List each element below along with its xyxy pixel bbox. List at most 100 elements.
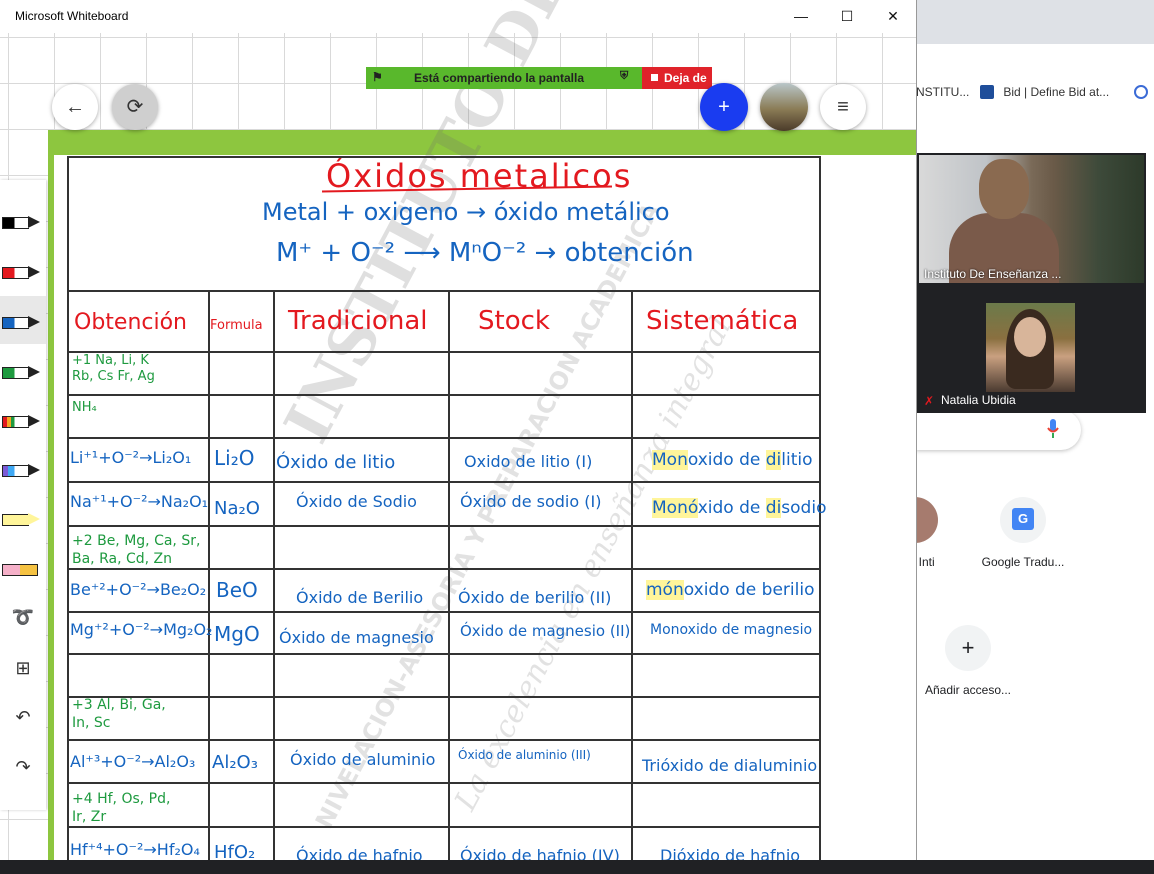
back-button[interactable]: ← bbox=[52, 84, 98, 130]
lasso-icon[interactable]: ➰ bbox=[8, 604, 38, 630]
highlighter-yellow[interactable] bbox=[2, 511, 40, 527]
header-obtencion: Obtención bbox=[74, 310, 187, 335]
pen-green[interactable] bbox=[2, 364, 40, 380]
microphone-icon[interactable] bbox=[1046, 418, 1060, 440]
row-tradicional: Óxido de aluminio bbox=[290, 750, 436, 769]
header-sistematica: Sistemática bbox=[646, 306, 799, 336]
pen-rainbow[interactable] bbox=[2, 413, 40, 429]
avatar-face bbox=[1014, 317, 1046, 357]
table-line bbox=[67, 782, 821, 784]
shortcut-tile[interactable]: G Google Tradu... bbox=[968, 497, 1078, 569]
bookmark-label: Bid | Define Bid at... bbox=[1003, 85, 1110, 99]
row-formula: Na₂O bbox=[214, 498, 260, 519]
table-line bbox=[208, 290, 210, 860]
add-shortcut-tile[interactable]: + Añadir acceso... bbox=[913, 625, 1023, 697]
group-4-label: +4 Hf, Os, Pd, Ir, Zr bbox=[72, 791, 171, 825]
row-formula: HfO₂ bbox=[214, 842, 256, 860]
stop-sharing-button[interactable]: Deja de bbox=[642, 67, 712, 89]
hamburger-icon: ≡ bbox=[837, 96, 849, 118]
row-sistematica: Trióxido de dialuminio bbox=[642, 756, 818, 775]
table-line bbox=[67, 611, 821, 613]
row-tradicional: Óxido de hafnio bbox=[296, 846, 423, 860]
participant-video[interactable]: Instituto De Enseñanza ... bbox=[919, 155, 1144, 283]
mic-off-icon: ✗ bbox=[924, 394, 935, 408]
pen-galaxy[interactable] bbox=[2, 462, 40, 478]
add-icon: + bbox=[945, 625, 991, 671]
table-line bbox=[273, 290, 275, 860]
dictionary-icon bbox=[980, 85, 994, 99]
sync-button[interactable]: ⟳ bbox=[112, 84, 158, 130]
sync-icon: ⟳ bbox=[126, 96, 144, 118]
whiteboard-window: Microsoft Whiteboard — ☐ ✕ INSTITUTO DE … bbox=[0, 0, 917, 860]
pen-red[interactable] bbox=[2, 264, 40, 280]
bookmark-label: NSTITU... bbox=[916, 85, 970, 99]
row-formula: Al₂O₃ bbox=[212, 752, 258, 773]
group-3-label: +3 Al, Bi, Ga, In, Sc bbox=[72, 697, 166, 731]
row-obtencion: Mg⁺²+O⁻²→Mg₂O₂ bbox=[70, 620, 213, 639]
table-line bbox=[67, 351, 821, 353]
table-border bbox=[67, 156, 821, 158]
site-icon bbox=[1134, 85, 1148, 99]
add-icon[interactable]: ⊞ bbox=[10, 655, 36, 681]
row-obtencion: Al⁺³+O⁻²→Al₂O₃ bbox=[70, 752, 196, 771]
row-stock: Óxido de sodio (I) bbox=[460, 492, 602, 511]
table-line bbox=[67, 437, 821, 439]
pen-blue[interactable] bbox=[2, 314, 40, 330]
row-tradicional: Óxido de magnesio bbox=[279, 628, 434, 647]
pen-black[interactable] bbox=[2, 214, 40, 230]
table-line bbox=[67, 826, 821, 828]
participant-avatar[interactable] bbox=[986, 303, 1075, 392]
screen-share-bar: ⚑ Está compartiendo la pantalla ⛨ Deja d… bbox=[366, 67, 712, 89]
share-status[interactable]: ⚑ Está compartiendo la pantalla ⛨ bbox=[366, 67, 642, 89]
row-obtencion: Be⁺²+O⁻²→Be₂O₂ bbox=[70, 580, 207, 599]
minimize-button[interactable]: — bbox=[778, 0, 824, 33]
profile-avatar[interactable] bbox=[760, 83, 808, 131]
row-stock: Óxido de aluminio (III) bbox=[458, 748, 591, 762]
participant-name: Natalia Ubidia bbox=[941, 393, 1016, 407]
bookmark-item[interactable] bbox=[1134, 85, 1154, 99]
inking-toolbar: ➰ ⊞ ↶ ↷ bbox=[0, 180, 46, 810]
eraser[interactable] bbox=[2, 561, 40, 577]
row-formula: MgO bbox=[214, 622, 260, 646]
row-tradicional: Óxido de litio bbox=[276, 452, 396, 473]
row-obtencion: Na⁺¹+O⁻²→Na₂O₁ bbox=[70, 492, 209, 511]
invite-button[interactable]: + bbox=[700, 83, 748, 131]
group-2-label: +2 Be, Mg, Ca, Sr, Ba, Ra, Cd, Zn bbox=[72, 533, 201, 567]
shortcut-label: Añadir acceso... bbox=[924, 683, 1012, 697]
row-tradicional: Óxido de Sodio bbox=[296, 492, 417, 511]
group-1-label: +1 Na, Li, K Rb, Cs Fr, Ag bbox=[72, 353, 155, 384]
row-sistematica: Monoxido de magnesio bbox=[650, 622, 813, 638]
arrow-left-icon: ← bbox=[65, 96, 85, 118]
window-title: Microsoft Whiteboard bbox=[15, 9, 129, 23]
stop-icon bbox=[651, 74, 658, 81]
close-button[interactable]: ✕ bbox=[870, 0, 916, 33]
row-sistematica: Dióxido de hafnio bbox=[660, 846, 801, 860]
row-obtencion: Hf⁺⁴+O⁻²→Hf₂O₄ bbox=[70, 840, 200, 859]
maximize-button[interactable]: ☐ bbox=[824, 0, 870, 33]
row-stock: Oxido de litio (I) bbox=[464, 452, 593, 471]
search-box[interactable] bbox=[916, 410, 1081, 450]
chrome-tab-strip bbox=[916, 0, 1154, 44]
bookmark-item[interactable]: Bid | Define Bid at... bbox=[980, 85, 1109, 99]
row-tradicional: Óxido de Berilio bbox=[296, 588, 424, 607]
table-line bbox=[67, 394, 821, 396]
header-stock: Stock bbox=[478, 306, 550, 336]
bookmark-item[interactable]: NSTITU... bbox=[916, 85, 969, 99]
share-status-text: Está compartiendo la pantalla bbox=[413, 71, 585, 85]
chrome-window: NSTITU... Bid | Define Bid at... ac - In… bbox=[892, 0, 1154, 860]
undo-icon[interactable]: ↶ bbox=[10, 704, 36, 730]
row-stock: Óxido de berilio (II) bbox=[458, 588, 612, 607]
table-line bbox=[67, 525, 821, 527]
taskbar bbox=[0, 860, 1154, 874]
table-line bbox=[67, 739, 821, 741]
menu-button[interactable]: ≡ bbox=[820, 84, 866, 130]
table-line bbox=[631, 290, 633, 860]
row-formula: BeO bbox=[216, 578, 258, 602]
row-stock: Óxido de hafnio (IV) bbox=[460, 846, 620, 860]
redo-icon[interactable]: ↷ bbox=[10, 754, 36, 780]
row-sistematica: mónoxido de berilio bbox=[646, 580, 815, 600]
participant-head bbox=[979, 159, 1029, 219]
video-call-panel: Instituto De Enseñanza ... ✗ Natalia Ubi… bbox=[917, 153, 1146, 413]
row-sistematica: Monóxido de disodio bbox=[652, 498, 827, 518]
add-person-icon: + bbox=[718, 96, 730, 118]
